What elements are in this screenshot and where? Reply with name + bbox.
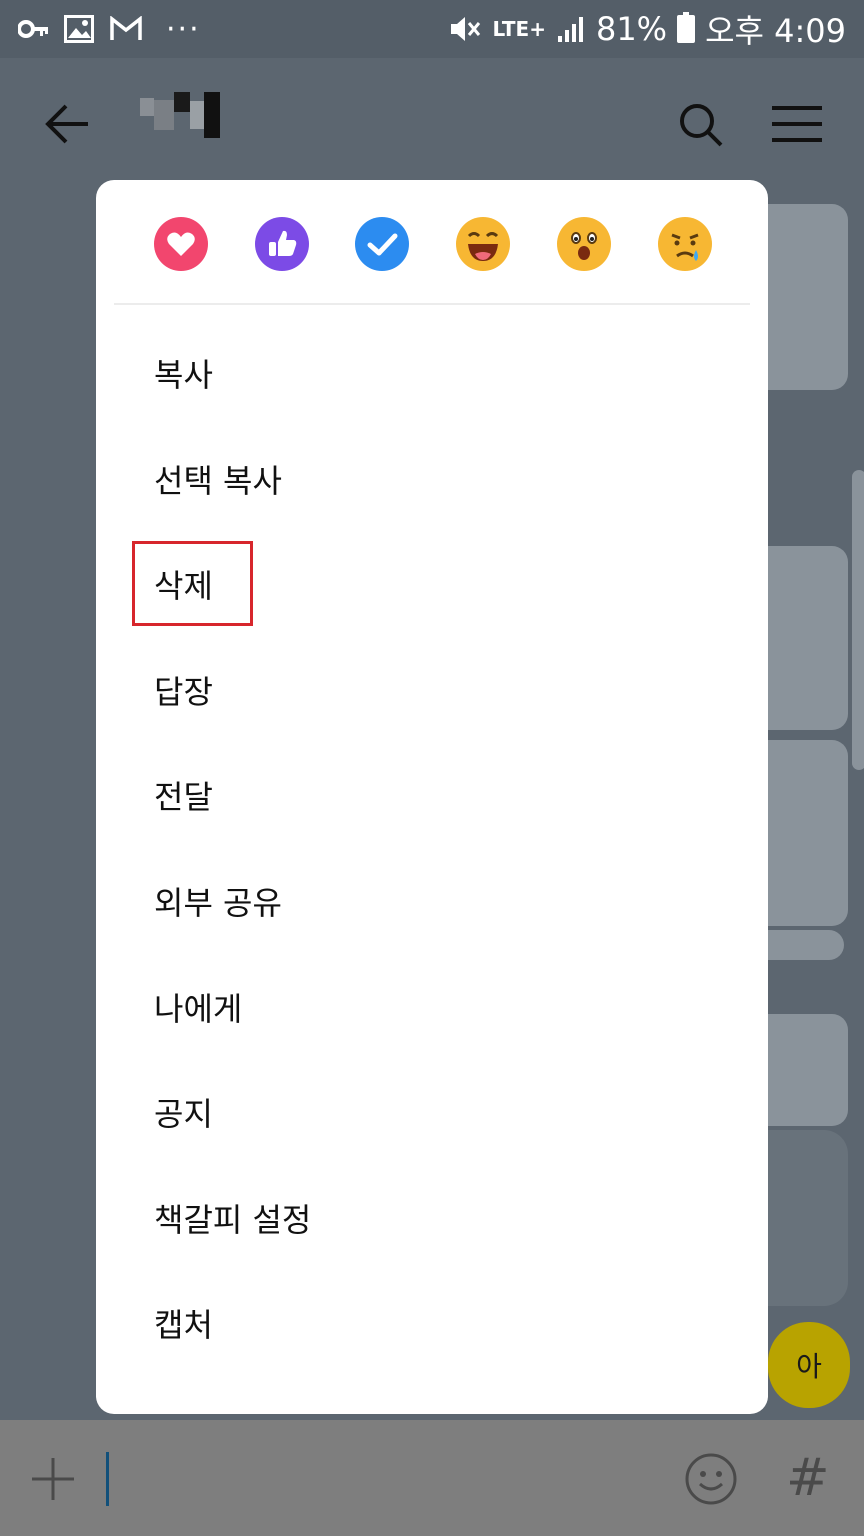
menu-item-bookmark[interactable]: 책갈피 설정 [96,1165,768,1271]
menu-item-to-me[interactable]: 나에게 [96,954,768,1060]
mute-icon [448,14,482,44]
chat-title-redacted [140,92,244,138]
image-icon [64,15,94,43]
battery-icon [677,12,696,43]
more-notifications-icon: ··· [166,11,201,47]
message-input-bar: # [0,1420,864,1536]
gmail-icon [110,16,142,42]
arrow-left-icon[interactable] [44,102,92,146]
signal-icon [556,14,586,44]
hamburger-menu-icon[interactable] [770,104,824,144]
sad-reaction-icon[interactable] [657,216,713,272]
scrollbar[interactable] [852,470,864,770]
laughing-reaction-icon[interactable] [455,216,511,272]
divider [114,303,750,305]
battery-percent: 81% [595,10,668,48]
hashtag-search-button[interactable]: # [786,1448,830,1508]
key-icon [18,19,48,39]
menu-item-select-copy[interactable]: 선택 복사 [96,426,768,532]
plus-icon[interactable] [30,1456,76,1502]
menu-item-capture[interactable]: 캡처 [96,1270,768,1376]
smiley-icon[interactable] [684,1452,738,1506]
menu-item-reply[interactable]: 답장 [96,637,768,743]
heart-reaction-icon[interactable] [153,216,209,272]
status-bar: ··· LTE+ 81% 오후 4:09 [0,0,864,58]
menu-item-copy[interactable]: 복사 [96,320,768,426]
thumbs-up-reaction-icon[interactable] [254,216,310,272]
message-input[interactable] [106,1452,109,1506]
menu-item-external-share[interactable]: 외부 공유 [96,848,768,954]
chat-header [0,58,864,190]
menu-item-notice[interactable]: 공지 [96,1059,768,1165]
search-icon[interactable] [678,102,724,148]
lte-icon: LTE+ [492,17,546,41]
surprised-reaction-icon[interactable] [556,216,612,272]
clock: 오후 4:09 [705,12,846,50]
reaction-row [96,180,768,304]
my-message-bubble: 아 [768,1322,850,1408]
menu-item-forward[interactable]: 전달 [96,742,768,848]
message-context-menu: 복사 선택 복사 삭제 답장 전달 외부 공유 나에게 공지 책갈피 설정 캡처 [96,180,768,1414]
check-reaction-icon[interactable] [354,216,410,272]
menu-item-delete[interactable]: 삭제 [96,531,768,637]
